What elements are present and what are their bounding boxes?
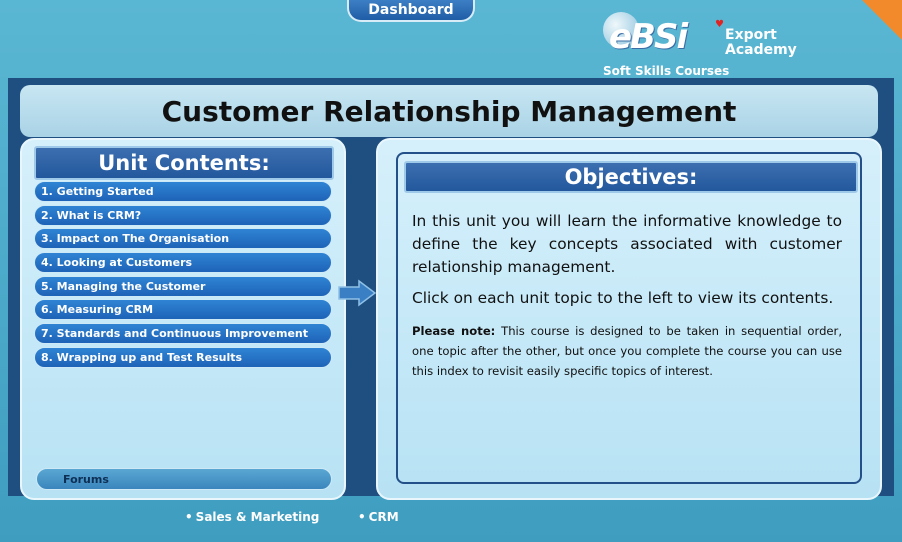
unit-contents-panel: Unit Contents: 1. Getting Started 2. Wha… [20, 138, 346, 500]
logo-name: Export Academy [725, 28, 797, 58]
footer: • Sales & Marketing • CRM [0, 500, 902, 542]
objectives-text: In this unit you will learn the informat… [412, 210, 842, 381]
objectives-note: Please note: This course is designed to … [412, 321, 842, 381]
page-title: Customer Relationship Management [20, 85, 878, 137]
corner-decoration [862, 0, 902, 40]
objectives-box: Objectives: In this unit you will learn … [396, 152, 862, 484]
bullet-icon: • [185, 510, 193, 524]
note-label: Please note: [412, 324, 496, 338]
logo-subtitle: Soft Skills Courses [603, 64, 730, 78]
unit-item-what-is-crm[interactable]: 2. What is CRM? [34, 204, 332, 226]
objectives-panel: Objectives: In this unit you will learn … [376, 138, 882, 500]
objectives-paragraph-2: Click on each unit topic to the left to … [412, 289, 834, 307]
unit-list: 1. Getting Started 2. What is CRM? 3. Im… [34, 181, 332, 371]
unit-item-getting-started[interactable]: 1. Getting Started [34, 181, 332, 202]
unit-contents-heading: Unit Contents: [34, 146, 334, 180]
logo: eBSi ♥ Export Academy Soft Skills Course… [603, 12, 797, 78]
heart-icon: ♥ [715, 19, 724, 30]
unit-item-looking-customers[interactable]: 4. Looking at Customers [34, 252, 332, 274]
unit-item-measuring-crm[interactable]: 6. Measuring CRM [34, 299, 332, 321]
arrow-right-icon [338, 279, 377, 307]
forums-button[interactable]: Forums [36, 468, 332, 490]
logo-name-line1: Export [725, 27, 777, 43]
objectives-heading: Objectives: [404, 161, 858, 193]
footer-label: CRM [368, 510, 399, 524]
unit-item-managing-customer[interactable]: 5. Managing the Customer [34, 275, 332, 297]
footer-label: Sales & Marketing [195, 510, 320, 524]
bullet-icon: • [358, 510, 366, 524]
app-frame: Dashboard eBSi ♥ Export Academy Soft Ski… [0, 0, 902, 542]
unit-item-impact-organisation[interactable]: 3. Impact on The Organisation [34, 228, 332, 250]
objectives-paragraph-1: In this unit you will learn the informat… [412, 212, 842, 276]
footer-link-sales-marketing[interactable]: • Sales & Marketing [185, 510, 319, 524]
footer-link-crm[interactable]: • CRM [358, 510, 399, 524]
unit-item-wrapping-up[interactable]: 8. Wrapping up and Test Results [34, 346, 332, 368]
unit-item-standards-improvement[interactable]: 7. Standards and Continuous Improvement [34, 323, 332, 345]
dashboard-button[interactable]: Dashboard [347, 0, 475, 22]
logo-brand: eBSi [609, 17, 688, 57]
logo-name-line2: Academy [725, 42, 797, 58]
